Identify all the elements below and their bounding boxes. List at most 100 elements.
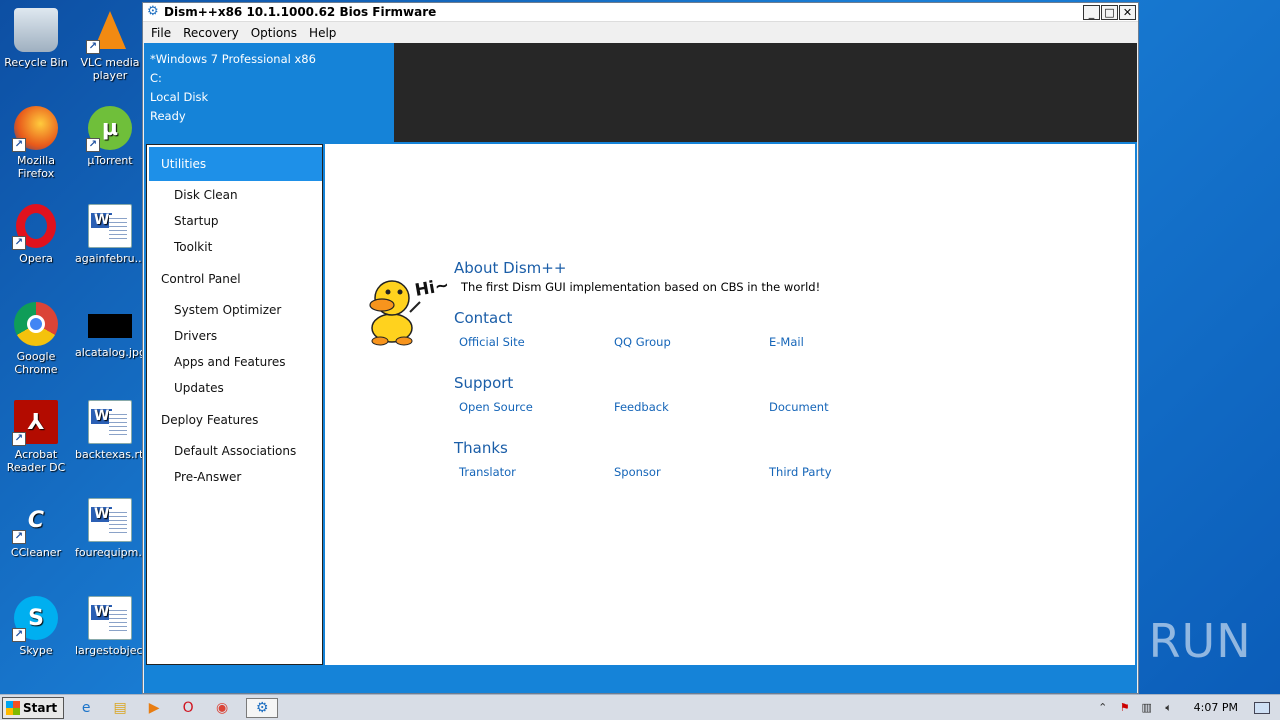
utorrent-icon: µ ↗: [86, 106, 132, 152]
title-bar[interactable]: ⚙ Dism++x86 10.1.1000.62 Bios Firmware _…: [143, 3, 1138, 22]
sidebar-item-default-associations[interactable]: Default Associations: [174, 444, 296, 458]
acrobat-icon: ⅄ ↗: [12, 400, 58, 446]
sidebar-item-startup[interactable]: Startup: [174, 214, 219, 228]
menu-options[interactable]: Options: [245, 26, 303, 40]
desktop-icon-label: Acrobat Reader DC: [6, 448, 66, 474]
sponsor-link[interactable]: Sponsor: [614, 465, 661, 479]
desktop-icon-chrome[interactable]: Google Chrome: [1, 302, 71, 376]
session-info-panel[interactable]: *Windows 7 Professional x86 C: Local Dis…: [144, 43, 394, 142]
start-button[interactable]: Start: [2, 696, 65, 719]
status-strip: [144, 667, 1137, 693]
dism-window: ⚙ Dism++x86 10.1.1000.62 Bios Firmware _…: [142, 2, 1139, 694]
system-tray: ⌃ ⚑ ▥ 🔈︎ 4:07 PM: [1096, 695, 1280, 720]
sidebar-item-drivers[interactable]: Drivers: [174, 329, 217, 343]
desktop-icon-utorrent[interactable]: µ ↗ µTorrent: [75, 106, 145, 167]
action-center-icon[interactable]: ⚑: [1118, 701, 1132, 715]
qq-group-link[interactable]: QQ Group: [614, 335, 671, 349]
desktop-icon-againfebru[interactable]: W againfebru...: [75, 204, 145, 265]
close-button[interactable]: ✕: [1119, 4, 1136, 20]
sidebar-item-system-optimizer[interactable]: System Optimizer: [174, 303, 281, 317]
session-band: *Windows 7 Professional x86 C: Local Dis…: [144, 43, 1137, 142]
desktop-icon-label: backtexas.rtf: [75, 448, 148, 461]
image-file-icon: [88, 314, 132, 338]
menu-file[interactable]: File: [145, 26, 177, 40]
email-link[interactable]: E-Mail: [769, 335, 804, 349]
word-doc-icon: W: [88, 498, 132, 542]
desktop-icon-label: Recycle Bin: [4, 56, 68, 69]
recycle-bin-icon: [14, 8, 58, 52]
open-source-link[interactable]: Open Source: [459, 400, 533, 414]
desktop-icon-label: Google Chrome: [14, 350, 58, 376]
volume-icon[interactable]: 🔈︎: [1162, 701, 1176, 715]
about-title: About Dism++: [454, 259, 567, 277]
minimize-button[interactable]: _: [1083, 4, 1100, 20]
desktop-icon-acrobat[interactable]: ⅄ ↗ Acrobat Reader DC: [1, 400, 71, 474]
duck-mascot-icon: Hi~: [369, 275, 451, 346]
session-status: Ready: [150, 109, 186, 123]
sidebar-item-deploy-features[interactable]: Deploy Features: [161, 413, 258, 427]
desktop-icon-skype[interactable]: S ↗ Skype: [1, 596, 71, 657]
content-area: Utilities Disk Clean Startup Toolkit Con…: [144, 142, 1137, 667]
start-label: Start: [23, 700, 58, 715]
menu-help[interactable]: Help: [303, 26, 342, 40]
show-desktop-button[interactable]: [1254, 701, 1270, 714]
official-site-link[interactable]: Official Site: [459, 335, 525, 349]
window-title: Dism++x86 10.1.1000.62 Bios Firmware: [164, 5, 437, 19]
desktop-icon-ccleaner[interactable]: C ↗ CCleaner: [1, 498, 71, 559]
desktop-icon-recycle-bin[interactable]: Recycle Bin: [1, 8, 71, 69]
sidebar-item-utilities[interactable]: Utilities: [149, 147, 322, 181]
desktop-icon-label: fourequipm...: [75, 546, 149, 559]
desktop-icon-label: VLC media player: [80, 56, 140, 82]
show-hidden-icons-icon[interactable]: ⌃: [1096, 701, 1110, 715]
translator-link[interactable]: Translator: [459, 465, 516, 479]
media-player-icon[interactable]: ▶: [144, 698, 164, 718]
desktop-icon-label: againfebru...: [75, 252, 146, 265]
word-doc-icon: W: [88, 204, 132, 248]
desktop-icon-alcatalog[interactable]: alcatalog.jpg: [75, 302, 146, 359]
internet-explorer-icon[interactable]: e: [76, 698, 96, 718]
desktop-icon-opera[interactable]: ↗ Opera: [1, 204, 71, 265]
desktop-icon-largestobjec[interactable]: W largestobjec...: [75, 596, 153, 657]
dism-app-icon: ⚙: [147, 4, 159, 19]
anyrun-watermark: ANY RUN: [1036, 614, 1252, 668]
network-icon[interactable]: ▥: [1140, 701, 1154, 715]
sidebar-item-pre-answer[interactable]: Pre-Answer: [174, 470, 241, 484]
sidebar: Utilities Disk Clean Startup Toolkit Con…: [146, 144, 323, 665]
document-link[interactable]: Document: [769, 400, 829, 414]
sidebar-item-control-panel[interactable]: Control Panel: [161, 272, 241, 286]
feedback-link[interactable]: Feedback: [614, 400, 669, 414]
thanks-title: Thanks: [454, 439, 508, 457]
sidebar-item-updates[interactable]: Updates: [174, 381, 224, 395]
desktop-icon-vlc[interactable]: ↗ VLC media player: [75, 8, 145, 82]
desktop-icon-firefox[interactable]: ↗ Mozilla Firefox: [1, 106, 71, 180]
opera-taskbar-icon[interactable]: O: [178, 698, 198, 718]
menu-recovery[interactable]: Recovery: [177, 26, 245, 40]
opera-icon: ↗: [12, 204, 58, 250]
about-subtitle: The first Dism GUI implementation based …: [461, 280, 821, 294]
desktop-icon-label: Skype: [19, 644, 53, 657]
maximize-button[interactable]: □: [1101, 4, 1118, 20]
windows-logo-icon: [6, 700, 20, 715]
vlc-icon: ↗: [86, 8, 132, 54]
skype-icon: S ↗: [12, 596, 58, 642]
sidebar-item-disk-clean[interactable]: Disk Clean: [174, 188, 238, 202]
dism-taskbar-icon[interactable]: ⚙: [246, 697, 279, 718]
desktop-icon-label: µTorrent: [87, 154, 133, 167]
file-explorer-icon[interactable]: ▤: [110, 698, 130, 718]
clock[interactable]: 4:07 PM: [1194, 701, 1238, 714]
chrome-taskbar-icon[interactable]: ◉: [212, 698, 232, 718]
menu-bar: File Recovery Options Help: [143, 22, 1138, 43]
ccleaner-icon: C ↗: [12, 498, 58, 544]
chrome-icon: [14, 302, 58, 346]
desktop-icon-fourequipm[interactable]: W fourequipm...: [75, 498, 149, 559]
taskbar: Start e ▤ ▶ O ◉ ⚙ ⌃ ⚑ ▥ 🔈︎ 4:07 PM: [0, 694, 1280, 720]
third-party-link[interactable]: Third Party: [769, 465, 832, 479]
contact-title: Contact: [454, 309, 513, 327]
sidebar-item-apps-and-features[interactable]: Apps and Features: [174, 355, 286, 369]
desktop-icon-label: alcatalog.jpg: [75, 346, 146, 359]
hi-label: Hi~: [413, 275, 450, 301]
desktop-icon-backtexas[interactable]: W backtexas.rtf: [75, 400, 148, 461]
firefox-icon: ↗: [12, 106, 58, 152]
sidebar-item-toolkit[interactable]: Toolkit: [174, 240, 212, 254]
support-title: Support: [454, 374, 514, 392]
